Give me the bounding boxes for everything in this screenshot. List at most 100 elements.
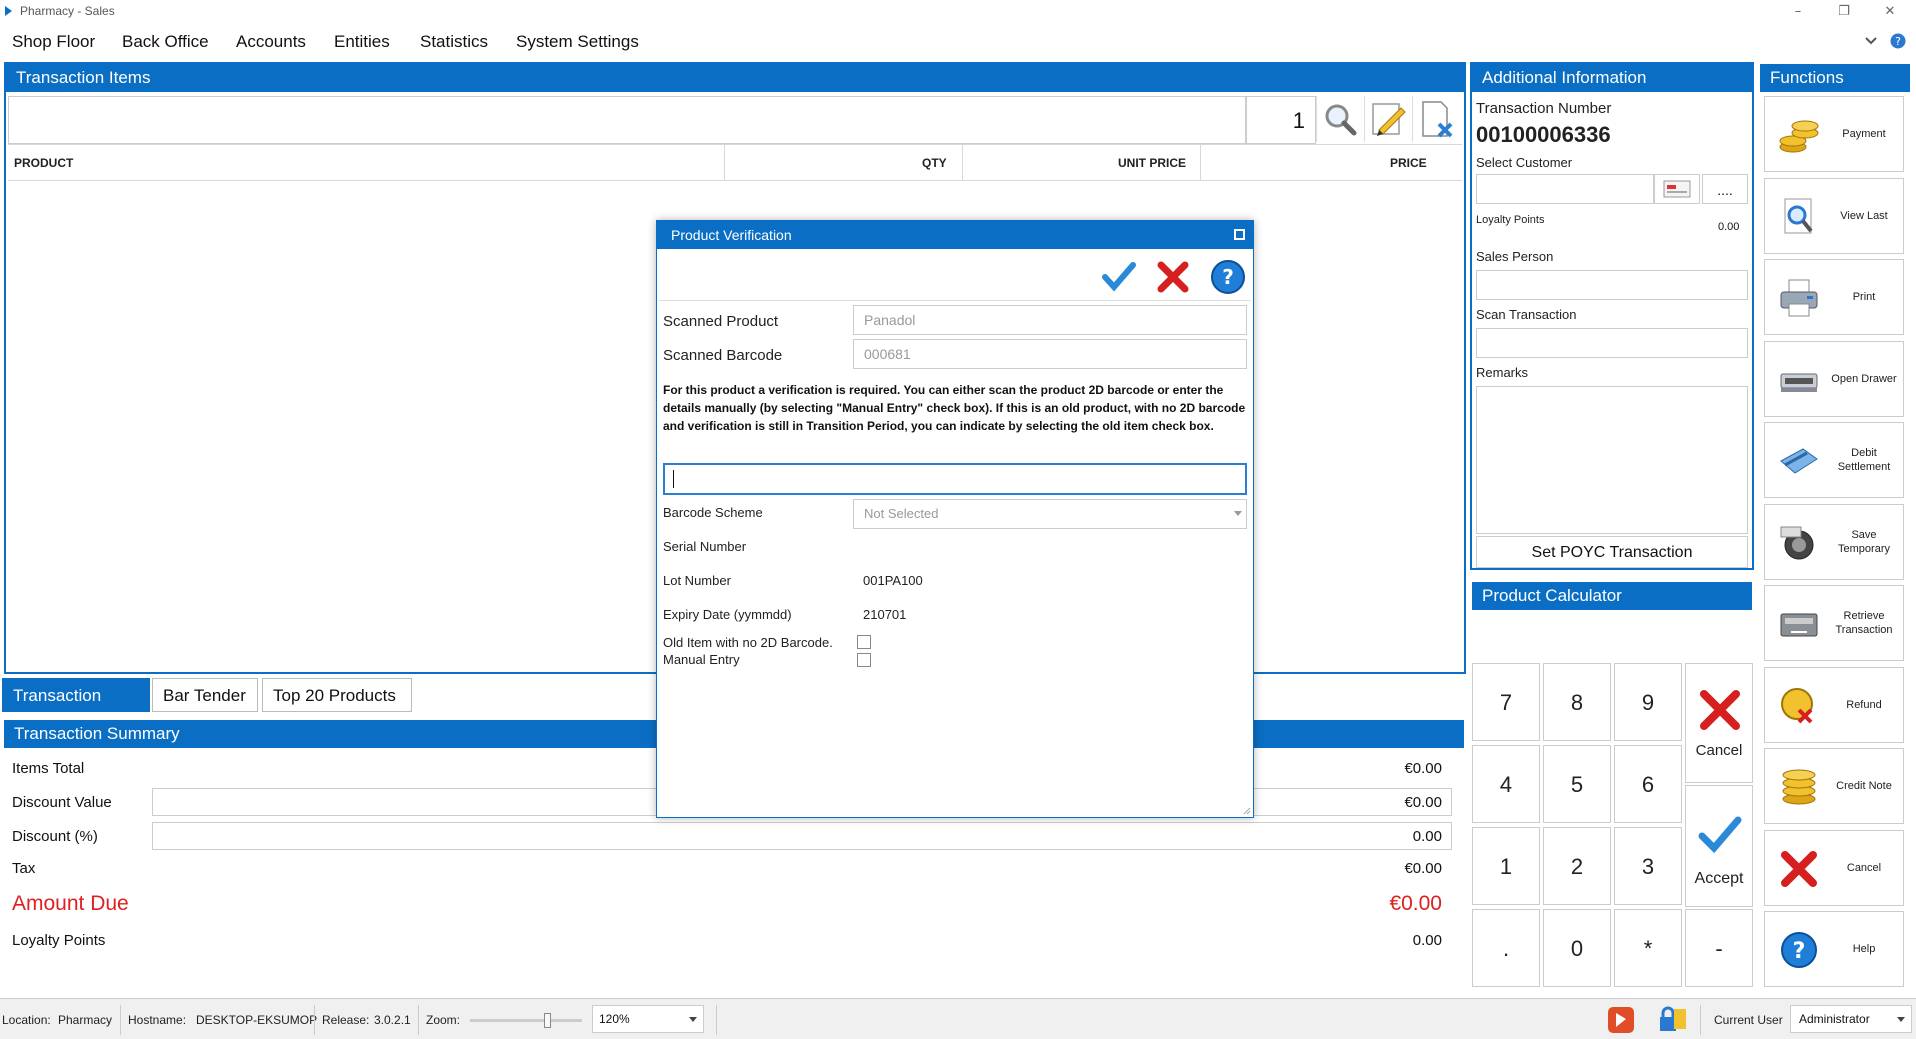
ai-loyalty-points-label: Loyalty Points bbox=[1476, 214, 1545, 226]
manual-entry-checkbox[interactable] bbox=[857, 653, 871, 667]
function-debit-settlement-button[interactable]: Debit Settlement bbox=[1764, 422, 1904, 498]
close-button[interactable]: ✕ bbox=[1878, 2, 1902, 22]
old-item-checkbox[interactable] bbox=[857, 635, 871, 649]
search-icon bbox=[1325, 104, 1357, 136]
chevron-down-icon[interactable] bbox=[1864, 36, 1878, 46]
column-qty[interactable]: QTY bbox=[922, 156, 947, 170]
grid-divider bbox=[8, 180, 1462, 181]
function-label: Debit Settlement bbox=[1837, 447, 1891, 473]
calc-key-5[interactable]: 5 bbox=[1543, 745, 1611, 823]
location-label: Location: bbox=[2, 1013, 51, 1027]
function-retrieve-transaction-button[interactable]: Retrieve Transaction bbox=[1764, 585, 1904, 661]
scan-transaction-field[interactable] bbox=[1476, 328, 1748, 358]
expiry-date-label: Expiry Date (yymmdd) bbox=[663, 607, 792, 622]
function-refund-button[interactable]: Refund bbox=[1764, 666, 1904, 743]
tab-transaction-items[interactable]: Transaction Items bbox=[2, 678, 150, 739]
function-open-drawer-button[interactable]: Open Drawer bbox=[1764, 340, 1904, 417]
zoom-select[interactable]: 120% bbox=[592, 1005, 704, 1033]
current-user-label: Current User bbox=[1714, 1013, 1783, 1027]
dialog-title: Product Verification bbox=[657, 221, 1253, 249]
zoom-slider[interactable] bbox=[470, 1013, 582, 1033]
menu-accounts[interactable]: Accounts bbox=[236, 28, 306, 56]
function-view-last-button[interactable]: View Last bbox=[1764, 177, 1904, 254]
sales-person-label: Sales Person bbox=[1476, 249, 1554, 264]
help-icon: ? bbox=[1777, 928, 1821, 972]
checkmark-icon bbox=[1698, 816, 1742, 854]
transaction-number-value: 00100006336 bbox=[1476, 122, 1611, 147]
calc-key-minus[interactable]: - bbox=[1685, 909, 1753, 987]
function-payment-button[interactable]: Payment bbox=[1764, 96, 1904, 172]
remove-item-button[interactable] bbox=[1412, 96, 1458, 142]
menu-system-settings[interactable]: System Settings bbox=[516, 28, 639, 56]
calc-key-dot[interactable]: . bbox=[1472, 909, 1540, 987]
confirm-checkmark-icon[interactable] bbox=[1101, 259, 1137, 295]
customer-lookup-button[interactable]: .... bbox=[1702, 174, 1748, 204]
menu-shop-floor[interactable]: Shop Floor bbox=[12, 28, 95, 56]
barcode-scheme-select[interactable]: Not Selected bbox=[853, 499, 1247, 529]
dialog-cancel-icon[interactable] bbox=[1155, 259, 1191, 295]
calc-key-4[interactable]: 4 bbox=[1472, 745, 1540, 823]
calc-key-1[interactable]: 1 bbox=[1472, 827, 1540, 905]
calc-key-2[interactable]: 2 bbox=[1543, 827, 1611, 905]
restore-button[interactable]: ❐ bbox=[1832, 2, 1856, 22]
status-bar: Location: Pharmacy Hostname: DESKTOP-EKS… bbox=[0, 998, 1916, 1039]
menu-back-office[interactable]: Back Office bbox=[122, 28, 209, 56]
calc-key-3[interactable]: 3 bbox=[1614, 827, 1682, 905]
function-label: Retrieve Transaction bbox=[1835, 610, 1893, 636]
tab-top-20-products[interactable]: Top 20 Products bbox=[262, 678, 412, 712]
calc-key-0[interactable]: 0 bbox=[1543, 909, 1611, 987]
column-product[interactable]: PRODUCT bbox=[14, 156, 73, 170]
calc-key-star[interactable]: * bbox=[1614, 909, 1682, 987]
discount-value-value: €0.00 bbox=[1404, 794, 1442, 811]
minimize-button[interactable]: – bbox=[1786, 2, 1810, 22]
calc-key-6[interactable]: 6 bbox=[1614, 745, 1682, 823]
dialog-help-icon[interactable]: ? bbox=[1209, 259, 1247, 297]
calc-key-7[interactable]: 7 bbox=[1472, 663, 1540, 741]
printer-icon bbox=[1777, 276, 1821, 320]
barcode-scan-input[interactable] bbox=[663, 463, 1247, 495]
calc-key-8[interactable]: 8 bbox=[1543, 663, 1611, 741]
expiry-date-value: 210701 bbox=[863, 607, 907, 622]
lock-icon[interactable] bbox=[1656, 1005, 1690, 1035]
dialog-toolbar: ? bbox=[659, 251, 1251, 301]
function-label: Refund bbox=[1846, 698, 1882, 711]
help-icon[interactable]: ? bbox=[1890, 33, 1906, 49]
menu-statistics[interactable]: Statistics bbox=[420, 28, 488, 56]
quantity-field[interactable]: 1 bbox=[1246, 96, 1316, 144]
function-help-button[interactable]: ? Help bbox=[1764, 911, 1904, 987]
loyalty-points-label: Loyalty Points bbox=[12, 932, 106, 949]
barcode-scheme-value: Not Selected bbox=[864, 506, 939, 521]
product-search-input[interactable] bbox=[8, 96, 1246, 144]
zoom-slider-thumb[interactable] bbox=[543, 1013, 551, 1028]
tax-label: Tax bbox=[12, 860, 36, 877]
dialog-maximize-button[interactable] bbox=[1234, 229, 1245, 240]
calc-accept-button[interactable]: Accept bbox=[1685, 785, 1753, 907]
remarks-textarea[interactable] bbox=[1476, 386, 1748, 534]
old-item-label: Old Item with no 2D Barcode. bbox=[663, 635, 833, 650]
search-button[interactable] bbox=[1316, 96, 1362, 142]
customer-field[interactable] bbox=[1476, 174, 1654, 204]
calc-key-9[interactable]: 9 bbox=[1614, 663, 1682, 741]
sales-person-field[interactable] bbox=[1476, 270, 1748, 300]
customer-card-button[interactable] bbox=[1654, 174, 1700, 204]
notification-icon[interactable] bbox=[1606, 1005, 1636, 1035]
function-save-temporary-button[interactable]: Save Temporary bbox=[1764, 503, 1904, 580]
set-poyc-button[interactable]: Set POYC Transaction bbox=[1476, 536, 1748, 568]
calc-cancel-label: Cancel bbox=[1695, 742, 1743, 759]
calc-cancel-button[interactable]: Cancel bbox=[1685, 663, 1753, 783]
discount-pct-field[interactable] bbox=[152, 822, 1452, 850]
edit-button[interactable] bbox=[1364, 96, 1410, 142]
function-print-button[interactable]: Print bbox=[1764, 259, 1904, 335]
column-divider bbox=[724, 144, 725, 180]
column-unit-price[interactable]: UNIT PRICE bbox=[1118, 156, 1186, 170]
column-price[interactable]: PRICE bbox=[1390, 156, 1427, 170]
function-credit-note-button[interactable]: Credit Note bbox=[1764, 748, 1904, 824]
function-cancel-button[interactable]: Cancel bbox=[1764, 829, 1904, 906]
menu-entities[interactable]: Entities bbox=[334, 28, 390, 56]
coins-icon bbox=[1777, 113, 1821, 157]
remove-document-icon bbox=[1422, 101, 1453, 138]
tab-bar-tender[interactable]: Bar Tender bbox=[152, 678, 258, 712]
svg-text:?: ? bbox=[1895, 35, 1901, 48]
current-user-select[interactable]: Administrator bbox=[1790, 1005, 1912, 1033]
resize-grip-icon[interactable] bbox=[1241, 805, 1251, 815]
